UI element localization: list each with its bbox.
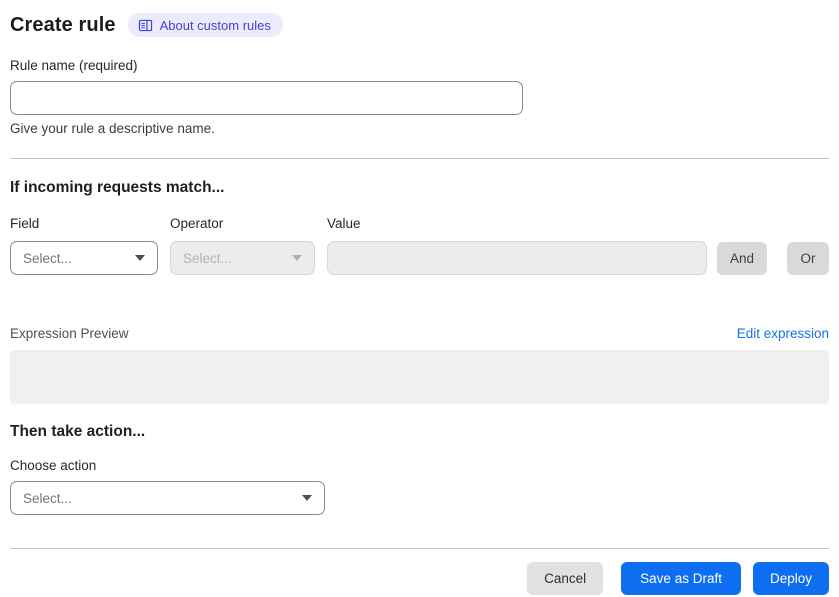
- rule-name-label: Rule name (required): [10, 58, 138, 73]
- expression-preview-label: Expression Preview: [10, 326, 129, 341]
- chevron-down-icon: [135, 255, 145, 261]
- about-badge-label: About custom rules: [159, 17, 271, 33]
- about-custom-rules-badge[interactable]: About custom rules: [127, 13, 283, 37]
- deploy-button[interactable]: Deploy: [752, 562, 829, 595]
- operator-select-value: Select...: [183, 250, 232, 266]
- action-section-heading: Then take action...: [10, 423, 146, 440]
- match-section-heading: If incoming requests match...: [10, 179, 225, 196]
- chevron-down-icon: [292, 255, 302, 261]
- value-label: Value: [327, 216, 361, 231]
- edit-expression-link[interactable]: Edit expression: [737, 326, 829, 341]
- page-header: Create rule About custom rules: [10, 11, 829, 39]
- save-as-draft-button[interactable]: Save as Draft: [621, 562, 741, 595]
- field-select-value: Select...: [23, 250, 72, 266]
- footer-actions: Cancel Save as Draft Deploy: [10, 562, 829, 595]
- book-icon: [138, 18, 153, 33]
- footer-divider: [10, 548, 829, 549]
- choose-action-select-value: Select...: [23, 490, 72, 506]
- value-input: [327, 241, 707, 275]
- rule-name-helper: Give your rule a descriptive name.: [10, 121, 215, 136]
- expression-preview-row: Expression Preview Edit expression: [10, 326, 829, 341]
- field-select[interactable]: Select...: [10, 241, 158, 275]
- page-title: Create rule: [10, 13, 116, 36]
- operator-select: Select...: [170, 241, 315, 275]
- operator-label: Operator: [170, 216, 224, 231]
- chevron-down-icon: [302, 495, 312, 501]
- section-divider-top: [10, 158, 829, 159]
- or-button[interactable]: Or: [787, 241, 829, 275]
- and-button[interactable]: And: [717, 241, 767, 275]
- rule-name-input[interactable]: [10, 81, 523, 115]
- match-controls-row: Select... Select... And Or: [10, 241, 829, 275]
- cancel-button[interactable]: Cancel: [527, 562, 604, 595]
- choose-action-select[interactable]: Select...: [10, 481, 325, 515]
- match-labels-row: Field Operator Value: [10, 216, 829, 231]
- create-rule-page: Create rule About custom rules Rule name…: [0, 0, 839, 595]
- choose-action-label: Choose action: [10, 458, 97, 473]
- field-label: Field: [10, 216, 40, 231]
- expression-preview-box: [10, 350, 829, 404]
